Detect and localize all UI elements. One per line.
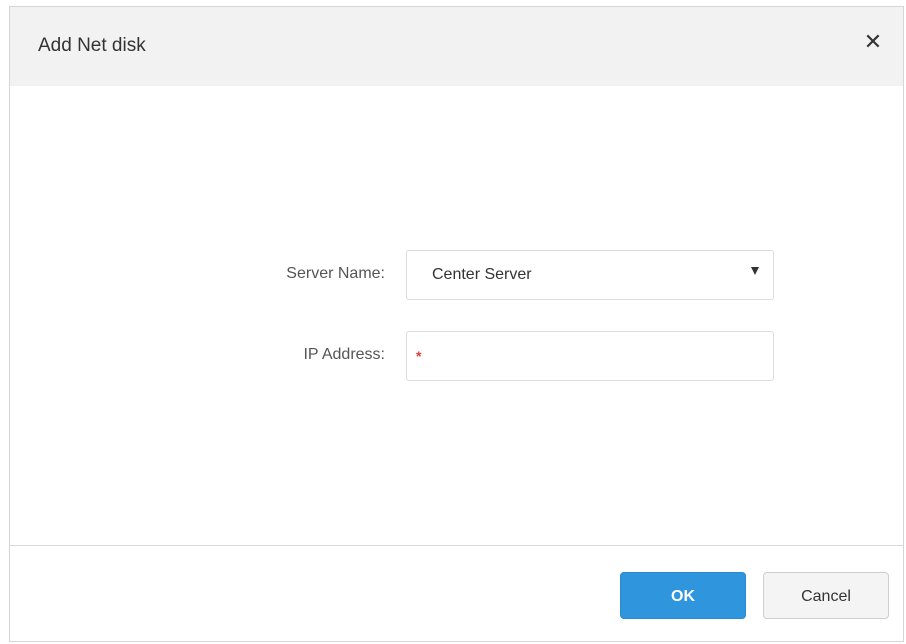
server-name-label: Server Name: xyxy=(286,265,385,282)
server-name-row: Server Name: Center Server xyxy=(10,250,903,300)
server-name-select[interactable]: Center Server xyxy=(406,250,774,300)
server-name-selected-value: Center Server xyxy=(432,266,532,283)
cancel-button[interactable]: Cancel xyxy=(763,572,889,619)
close-icon[interactable]: ✕ xyxy=(859,29,887,57)
ip-address-input[interactable]: * xyxy=(406,331,774,381)
chevron-down-icon xyxy=(751,267,759,275)
required-marker: * xyxy=(416,348,422,364)
ip-address-label: IP Address: xyxy=(303,346,385,363)
footer-divider xyxy=(10,545,903,546)
add-net-disk-dialog: Add Net disk ✕ Server Name: Center Serve… xyxy=(9,6,904,642)
ok-button[interactable]: OK xyxy=(620,572,746,619)
ip-address-row: IP Address: * xyxy=(10,331,903,381)
dialog-header: Add Net disk ✕ xyxy=(10,7,903,86)
dialog-title: Add Net disk xyxy=(38,35,146,56)
